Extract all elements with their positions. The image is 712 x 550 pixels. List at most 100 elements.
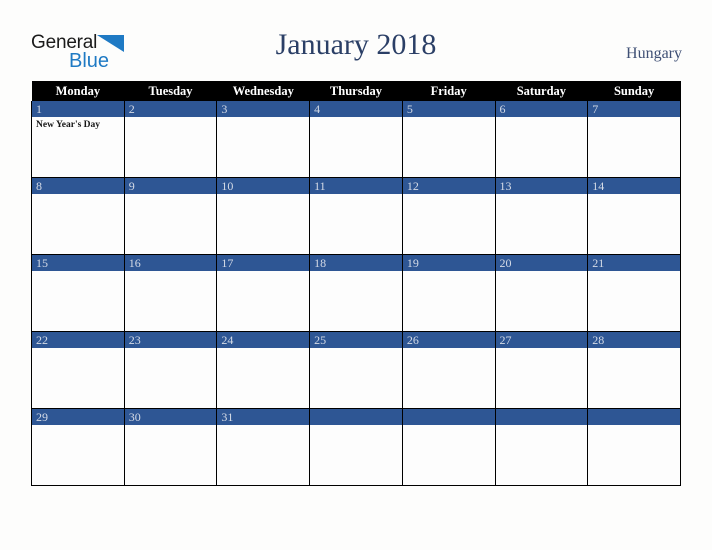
calendar-day-cell[interactable]: 7 xyxy=(587,101,681,178)
holiday-list xyxy=(217,348,309,351)
day-cell-inner: 26 xyxy=(402,332,495,408)
calendar-day-cell[interactable]: 8 xyxy=(31,177,125,255)
day-cell-inner: 1 New Year's Day xyxy=(32,101,124,177)
calendar-day-cell[interactable]: 11 xyxy=(309,177,403,255)
day-cell-inner: 11 xyxy=(310,178,402,254)
holiday-list xyxy=(125,194,217,197)
calendar-day-cell[interactable]: 6 xyxy=(494,101,589,178)
day-number: 14 xyxy=(588,178,680,194)
day-number: 3 xyxy=(217,101,310,117)
calendar-day-cell[interactable]: 9 xyxy=(123,177,218,255)
calendar-day-cell[interactable]: 24 xyxy=(216,331,311,409)
holiday-list xyxy=(125,348,217,351)
page-title: January 2018 xyxy=(275,28,437,61)
day-cell-inner: 4 xyxy=(310,101,402,177)
calendar-day-cell[interactable]: 22 xyxy=(31,331,125,409)
day-number: 31 xyxy=(217,409,310,425)
calendar-day-cell[interactable]: 20 xyxy=(494,254,589,332)
holiday-list xyxy=(588,271,680,274)
day-number: 16 xyxy=(124,255,217,271)
day-cell-inner: 3 xyxy=(217,101,310,177)
day-cell-inner: 28 xyxy=(588,332,680,408)
calendar-day-cell[interactable]: 12 xyxy=(401,177,496,255)
weekday-header-friday: Friday xyxy=(402,81,496,101)
day-cell-inner: 7 xyxy=(588,101,680,177)
calendar-day-cell[interactable]: 18 xyxy=(309,254,403,332)
holiday-list xyxy=(403,194,495,197)
holiday-list xyxy=(125,117,217,120)
day-number: 4 xyxy=(310,101,402,117)
day-cell-inner: 13 xyxy=(495,178,588,254)
day-cell-inner: 25 xyxy=(310,332,402,408)
calendar-day-cell[interactable] xyxy=(401,408,496,486)
calendar-day-cell[interactable]: 30 xyxy=(123,408,218,486)
holiday-list xyxy=(403,425,495,428)
holiday-list xyxy=(310,194,402,197)
calendar-day-cell[interactable]: 10 xyxy=(216,177,311,255)
day-number: 12 xyxy=(402,178,495,194)
calendar-day-cell[interactable] xyxy=(587,408,681,486)
holiday-list xyxy=(310,271,402,274)
calendar-day-cell[interactable]: 25 xyxy=(309,331,403,409)
calendar-day-cell[interactable]: 23 xyxy=(123,331,218,409)
day-number: 8 xyxy=(32,178,124,194)
weekday-header-wednesday: Wednesday xyxy=(216,81,310,101)
day-number: 9 xyxy=(124,178,217,194)
calendar-week-row: 15 16 17 18 19 20 21 xyxy=(31,254,681,332)
day-number: 28 xyxy=(588,332,680,348)
day-number: 25 xyxy=(310,332,402,348)
day-cell-inner: 2 xyxy=(124,101,217,177)
calendar-day-cell[interactable] xyxy=(309,408,403,486)
holiday-list xyxy=(496,194,588,197)
calendar-day-cell[interactable]: 29 xyxy=(31,408,125,486)
day-cell-inner: 15 xyxy=(32,255,124,331)
calendar-day-cell[interactable]: 21 xyxy=(587,254,681,332)
day-number: 18 xyxy=(310,255,402,271)
weekday-header-row: Monday Tuesday Wednesday Thursday Friday… xyxy=(31,81,681,101)
calendar-day-cell[interactable]: 3 xyxy=(216,101,311,178)
day-number: 27 xyxy=(495,332,588,348)
holiday-list xyxy=(403,348,495,351)
calendar-day-cell[interactable] xyxy=(494,408,589,486)
calendar-day-cell[interactable]: 1 New Year's Day xyxy=(31,101,125,178)
day-cell-inner: 24 xyxy=(217,332,310,408)
day-number: 1 xyxy=(32,101,124,117)
calendar-day-cell[interactable]: 26 xyxy=(401,331,496,409)
day-cell-inner xyxy=(310,409,402,485)
day-number: 21 xyxy=(588,255,680,271)
day-cell-inner: 14 xyxy=(588,178,680,254)
holiday-list xyxy=(32,194,124,197)
day-number: 22 xyxy=(32,332,124,348)
day-cell-inner: 12 xyxy=(402,178,495,254)
day-number xyxy=(588,409,680,425)
day-number: 20 xyxy=(495,255,588,271)
holiday-list xyxy=(496,425,588,428)
calendar-day-cell[interactable]: 27 xyxy=(494,331,589,409)
holiday-list xyxy=(32,425,124,428)
weekday-header-sunday: Sunday xyxy=(587,81,681,101)
calendar-day-cell[interactable]: 19 xyxy=(401,254,496,332)
day-number: 30 xyxy=(124,409,217,425)
day-number: 5 xyxy=(402,101,495,117)
calendar-day-cell[interactable]: 14 xyxy=(587,177,681,255)
calendar-day-cell[interactable]: 15 xyxy=(31,254,125,332)
holiday-list xyxy=(403,271,495,274)
calendar-day-cell[interactable]: 28 xyxy=(587,331,681,409)
holiday-list xyxy=(496,271,588,274)
day-number: 15 xyxy=(32,255,124,271)
day-cell-inner: 19 xyxy=(402,255,495,331)
day-number: 24 xyxy=(217,332,310,348)
holiday-list: New Year's Day xyxy=(32,117,124,131)
calendar-week-row: 22 23 24 25 26 27 28 xyxy=(31,331,681,409)
calendar-day-cell[interactable]: 17 xyxy=(216,254,311,332)
calendar-day-cell[interactable]: 4 xyxy=(309,101,403,178)
calendar-day-cell[interactable]: 31 xyxy=(216,408,311,486)
calendar-week-row: 1 New Year's Day 2 3 4 5 6 7 xyxy=(31,101,681,178)
holiday-list xyxy=(217,271,309,274)
day-cell-inner: 21 xyxy=(588,255,680,331)
calendar-day-cell[interactable]: 16 xyxy=(123,254,218,332)
calendar-day-cell[interactable]: 13 xyxy=(494,177,589,255)
calendar-day-cell[interactable]: 2 xyxy=(123,101,218,178)
calendar-day-cell[interactable]: 5 xyxy=(401,101,496,178)
day-number: 7 xyxy=(588,101,680,117)
